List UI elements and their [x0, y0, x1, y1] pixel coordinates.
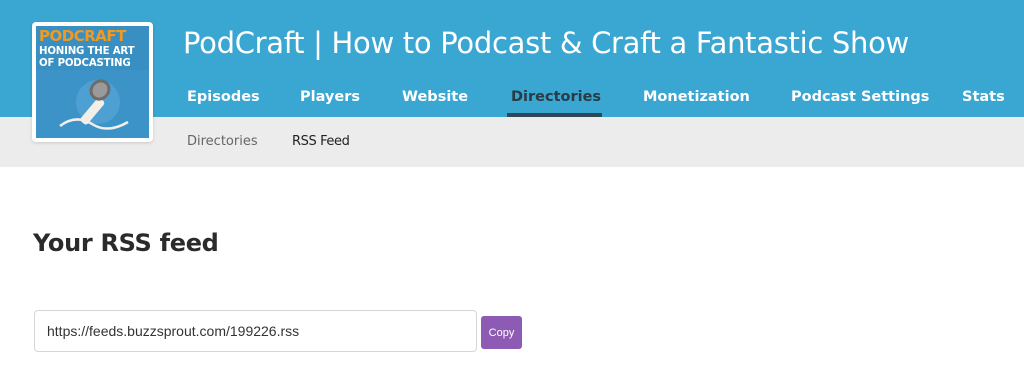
tab-monetization[interactable]: Monetization — [643, 89, 750, 105]
copy-button[interactable]: Copy — [481, 316, 522, 349]
artwork-text-line2: HONING THE ART — [39, 46, 135, 57]
rss-url-field[interactable] — [34, 310, 477, 352]
page-heading: Your RSS feed — [33, 229, 219, 257]
podcast-title: PodCraft | How to Podcast & Craft a Fant… — [183, 26, 909, 60]
artwork-text-podcraft: PODCRAFT — [39, 27, 127, 45]
subnav-bar — [0, 117, 1024, 167]
artwork-text-line3: OF PODCASTING — [39, 58, 130, 69]
tab-stats[interactable]: Stats — [962, 89, 1005, 105]
subtab-directories[interactable]: Directories — [187, 134, 258, 149]
podcast-artwork[interactable]: PODCRAFT HONING THE ART OF PODCASTING — [32, 22, 153, 142]
subtab-rss-feed[interactable]: RSS Feed — [292, 134, 350, 149]
tab-directories[interactable]: Directories — [511, 89, 601, 105]
active-tab-indicator — [507, 113, 602, 117]
tab-website[interactable]: Website — [402, 89, 468, 105]
tab-podcast-settings[interactable]: Podcast Settings — [791, 89, 929, 105]
tab-players[interactable]: Players — [300, 89, 360, 105]
tab-episodes[interactable]: Episodes — [187, 89, 260, 105]
podcast-artwork-image: PODCRAFT HONING THE ART OF PODCASTING — [36, 26, 149, 138]
